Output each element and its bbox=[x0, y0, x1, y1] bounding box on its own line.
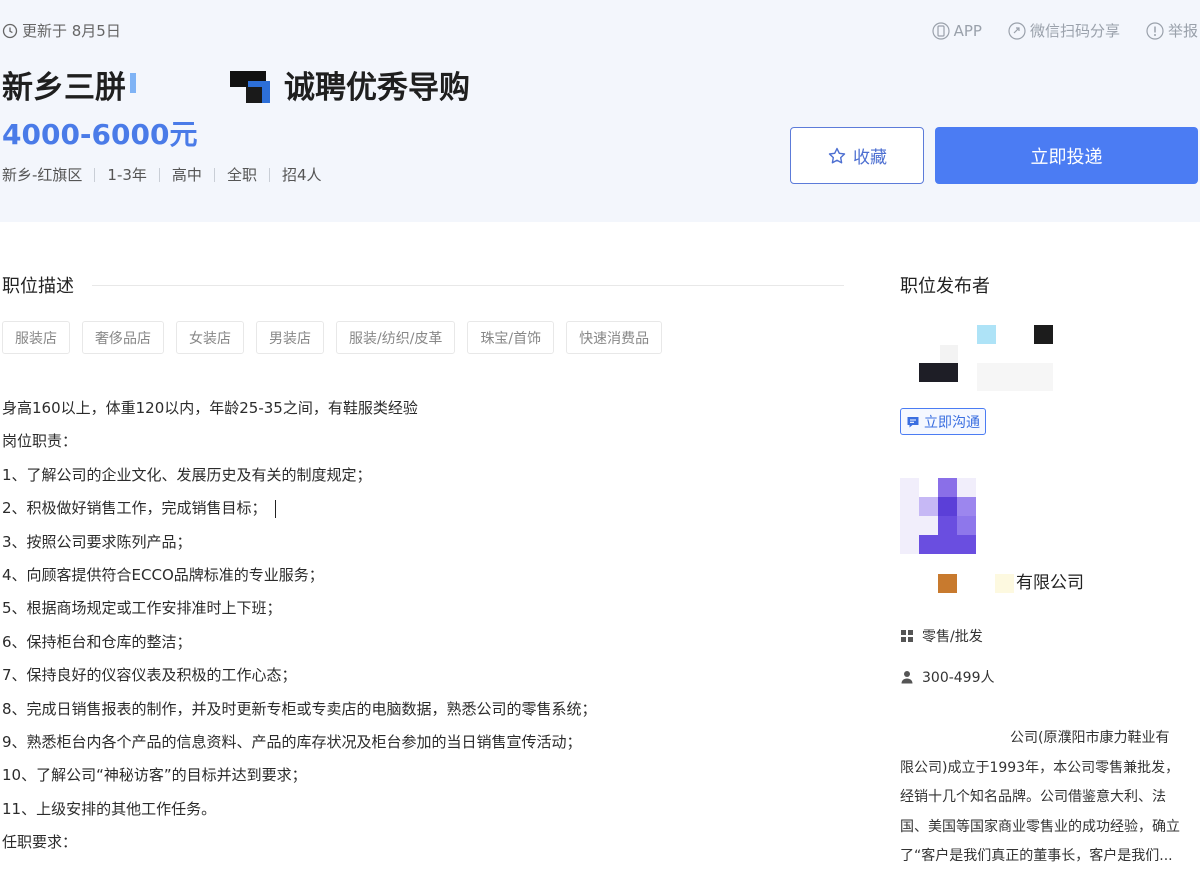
job-title-prefix: 新乡三胼 bbox=[2, 70, 126, 106]
share-label: 微信扫码分享 bbox=[1029, 22, 1120, 40]
description-line: 6、保持柜台和仓库的整洁； bbox=[2, 632, 192, 651]
industry-text: 零售/批发 bbox=[922, 629, 983, 645]
size-text: 300-499人 bbox=[922, 670, 995, 686]
text-cursor bbox=[274, 499, 276, 518]
meta-location: 新乡-红旗区 bbox=[2, 166, 83, 184]
favorite-button[interactable]: 收藏 bbox=[790, 127, 924, 184]
meta-divider bbox=[213, 167, 215, 182]
person-icon bbox=[901, 671, 913, 684]
phone-icon bbox=[932, 21, 950, 40]
tag: 服装店 bbox=[2, 321, 70, 354]
company-name[interactable]: 有限公司 bbox=[1016, 568, 1084, 593]
app-label: APP bbox=[953, 21, 982, 40]
apply-button[interactable]: 立即投递 bbox=[935, 127, 1198, 184]
top-actions: APP 微信扫码分享 举报 bbox=[932, 20, 1198, 41]
update-time: 更新于 8月5日 bbox=[2, 20, 121, 41]
description-line: 8、完成日销售报表的制作，并及时更新专柜或专卖店的电脑数据，熟悉公司的零售系统； bbox=[2, 699, 597, 718]
company-industry: 零售/批发 bbox=[900, 626, 983, 646]
description-line: 2、积极做好销售工作，完成销售目标； bbox=[2, 499, 267, 518]
redacted-block bbox=[130, 67, 280, 103]
section-title: 职位描述 bbox=[2, 276, 74, 297]
meta-education: 高中 bbox=[171, 166, 202, 184]
company-size: 300-499人 bbox=[900, 667, 995, 687]
job-tags: 服装店 奢侈品店 女装店 男装店 服装/纺织/皮革 珠宝/首饰 快速消费品 bbox=[2, 321, 663, 354]
intro-line: 了“客户是我们真正的董事长，客户是我们... bbox=[900, 848, 1173, 864]
description-line: 11、上级安排的其他工作任务。 bbox=[2, 799, 217, 818]
tag: 珠宝/首饰 bbox=[467, 321, 555, 354]
report-button[interactable]: 举报 bbox=[1146, 20, 1198, 41]
job-description-text: 身高160以上，体重120以内，年龄25-35之间，有鞋服类经验 岗位职责： 1… bbox=[2, 392, 597, 859]
tag: 女装店 bbox=[176, 321, 244, 354]
company-intro: 公司(原濮阳市康力鞋业有 限公司)成立于1993年，本公司零售兼批发， 经销十几… bbox=[900, 724, 1195, 872]
star-icon bbox=[828, 147, 846, 163]
job-title: 新乡三胼 诚聘优秀导购 bbox=[2, 62, 470, 107]
salary: 4000-6000元 bbox=[2, 118, 198, 151]
meta-experience: 1-3年 bbox=[107, 166, 147, 184]
divider bbox=[92, 284, 844, 286]
tag: 快速消费品 bbox=[566, 321, 663, 354]
chat-icon bbox=[907, 416, 919, 427]
meta-divider bbox=[94, 167, 96, 182]
intro-line: 经销十几个知名品牌。公司借鉴意大利、法 bbox=[900, 789, 1166, 805]
tag: 男装店 bbox=[256, 321, 324, 354]
description-line-with-cursor: 2、积极做好销售工作，完成销售目标； bbox=[2, 492, 597, 525]
chat-label: 立即沟通 bbox=[924, 414, 980, 431]
description-line: 身高160以上，体重120以内，年龄25-35之间，有鞋服类经验 bbox=[2, 399, 418, 417]
description-line: 3、按照公司要求陈列产品； bbox=[2, 532, 192, 551]
favorite-label: 收藏 bbox=[853, 148, 887, 168]
meta-divider bbox=[158, 167, 160, 182]
meta-headcount: 招4人 bbox=[281, 166, 322, 184]
description-line: 9、熟悉柜台内各个产品的信息资料、产品的库存状况及柜台参加的当日销售宣传活动； bbox=[2, 732, 582, 751]
wechat-share-button[interactable]: 微信扫码分享 bbox=[1008, 20, 1120, 41]
description-line: 5、根据商场规定或工作安排准时上下班； bbox=[2, 599, 282, 618]
description-line: 7、保持良好的仪容仪表及积极的工作心态； bbox=[2, 666, 297, 685]
clock-icon bbox=[2, 23, 18, 38]
share-icon bbox=[1008, 21, 1026, 40]
intro-line: 公司(原濮阳市康力鞋业有 bbox=[1010, 730, 1170, 746]
update-text: 更新于 8月5日 bbox=[22, 22, 121, 40]
report-label: 举报 bbox=[1167, 22, 1198, 40]
meta-job-type: 全职 bbox=[226, 166, 257, 184]
grid-icon bbox=[901, 630, 913, 642]
description-line: 10、了解公司“神秘访客”的目标并达到要求； bbox=[2, 766, 307, 785]
description-line: 1、了解公司的企业文化、发展历史及有关的制度规定； bbox=[2, 465, 372, 484]
warning-icon bbox=[1146, 21, 1164, 40]
job-description-header: 职位描述 bbox=[2, 272, 844, 298]
description-line: 4、向顾客提供符合ECCO品牌标准的专业服务； bbox=[2, 565, 324, 584]
tag: 服装/纺织/皮革 bbox=[336, 321, 456, 354]
job-title-suffix: 诚聘优秀导购 bbox=[284, 70, 470, 106]
description-line: 岗位职责： bbox=[2, 432, 78, 451]
publisher-title: 职位发布者 bbox=[900, 276, 990, 297]
meta-divider bbox=[268, 167, 270, 182]
app-button[interactable]: APP bbox=[932, 20, 982, 41]
job-header: 更新于 8月5日 APP 微信扫码分享 举报 新乡三胼 诚聘优秀导购 4000-… bbox=[0, 0, 1200, 222]
job-meta: 新乡-红旗区 1-3年 高中 全职 招4人 bbox=[2, 164, 322, 185]
tag: 奢侈品店 bbox=[82, 321, 164, 354]
chat-now-button[interactable]: 立即沟通 bbox=[900, 408, 986, 435]
intro-line: 国、美国等国家商业零售业的成功经验，确立 bbox=[900, 818, 1180, 835]
intro-line: 限公司)成立于1993年，本公司零售兼批发， bbox=[900, 759, 1180, 776]
description-line: 任职要求： bbox=[2, 833, 78, 852]
